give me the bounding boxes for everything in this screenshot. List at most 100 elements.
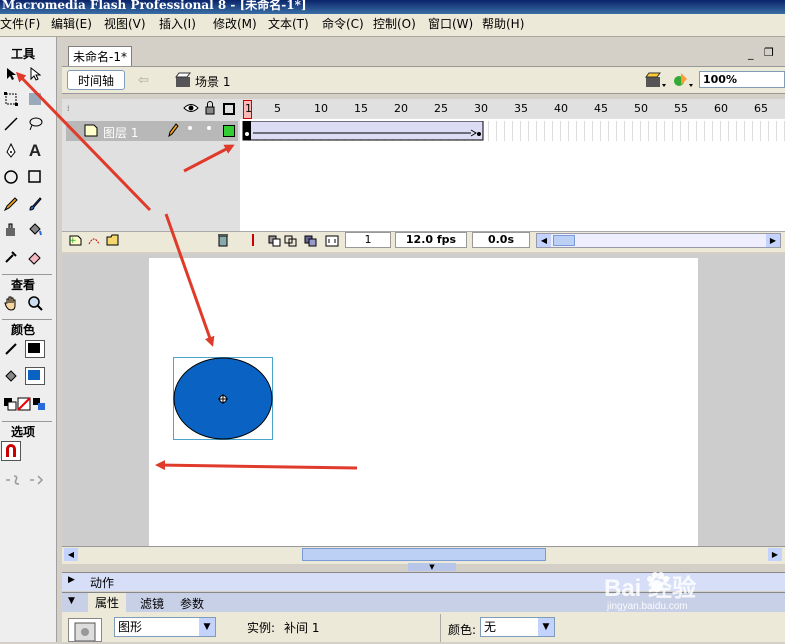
- menu-insert[interactable]: 插入(I): [159, 17, 196, 31]
- oval-tool-icon[interactable]: [1, 167, 21, 187]
- layer-icon: [84, 124, 98, 140]
- eyedropper-tool-icon[interactable]: [1, 247, 21, 267]
- stage-scroll-thumb[interactable]: [302, 548, 546, 561]
- edit-multiple-frames-icon[interactable]: [304, 235, 318, 250]
- edit-scene-icon[interactable]: [645, 71, 667, 92]
- smooth-icon[interactable]: [3, 470, 23, 490]
- collapse-arrow-icon[interactable]: ▼: [68, 596, 75, 606]
- menu-text[interactable]: 文本(T): [268, 17, 309, 31]
- line-tool-icon[interactable]: [1, 114, 21, 134]
- frame-rate-field[interactable]: 12.0 fps: [395, 232, 467, 248]
- restore-icon[interactable]: ❐: [764, 46, 774, 59]
- scroll-right-icon[interactable]: ▶: [766, 234, 780, 247]
- pencil-tool-icon[interactable]: [1, 194, 21, 214]
- fill-color-icon[interactable]: [1, 366, 21, 386]
- scroll-left-icon[interactable]: ◀: [537, 234, 551, 247]
- text-tool-icon[interactable]: A: [25, 141, 45, 161]
- scene-name[interactable]: 场景 1: [195, 73, 230, 90]
- snap-to-objects-icon[interactable]: [1, 441, 21, 461]
- rectangle-tool-icon[interactable]: [25, 167, 45, 187]
- document-tab[interactable]: 未命名-1*: [68, 46, 132, 66]
- frame-number: 50: [634, 102, 648, 115]
- fill-color-swatch[interactable]: [25, 367, 45, 385]
- app-title: Macromedia Flash Professional 8 - [未命名-1…: [2, 0, 307, 12]
- stroke-color-icon[interactable]: [1, 339, 21, 359]
- app-title-bar: Macromedia Flash Professional 8 - [未命名-1…: [0, 0, 785, 14]
- menu-help[interactable]: 帮助(H): [482, 17, 524, 31]
- edit-symbols-icon[interactable]: [672, 71, 694, 92]
- lock-dot[interactable]: [207, 126, 211, 130]
- modify-onion-markers-icon[interactable]: [325, 235, 339, 250]
- color-header: 颜色: [10, 323, 35, 337]
- frame-number: 15: [354, 102, 368, 115]
- stroke-color-swatch[interactable]: [25, 340, 45, 358]
- selection-tool-icon[interactable]: [1, 64, 21, 84]
- symbol-thumbnail-icon: [68, 618, 102, 642]
- frame-number: 40: [554, 102, 568, 115]
- layer-outline-color[interactable]: [223, 125, 235, 137]
- frame-number: 10: [314, 102, 328, 115]
- insert-layer-icon[interactable]: +: [69, 234, 83, 249]
- current-frame-field: 1: [345, 232, 391, 248]
- menu-control[interactable]: 控制(O): [373, 17, 416, 31]
- scene-clapper-icon: [175, 72, 191, 91]
- ink-bottle-tool-icon[interactable]: [1, 220, 21, 240]
- minimize-icon[interactable]: _: [748, 47, 754, 60]
- fill-transform-tool-icon[interactable]: [25, 89, 45, 109]
- tab-properties[interactable]: 属性: [88, 593, 126, 613]
- menu-view[interactable]: 视图(V): [104, 17, 146, 31]
- stage-scroll-left-icon[interactable]: ◀: [64, 548, 78, 561]
- tab-filters[interactable]: 滤镜: [140, 595, 164, 612]
- eraser-tool-icon[interactable]: [25, 247, 45, 267]
- menu-file[interactable]: 文件(F): [0, 17, 40, 31]
- delete-layer-icon[interactable]: [217, 233, 229, 250]
- swap-colors-icon[interactable]: [29, 394, 49, 414]
- zoom-field[interactable]: 100%: [699, 71, 785, 88]
- color-effect-select[interactable]: 无 ▼: [480, 617, 555, 637]
- elapsed-time-field: 0.0s: [472, 232, 530, 248]
- zoom-tool-icon[interactable]: [25, 293, 45, 313]
- subselection-tool-icon[interactable]: [25, 64, 45, 84]
- menu-commands[interactable]: 命令(C): [322, 17, 364, 31]
- paint-bucket-tool-icon[interactable]: [25, 220, 45, 240]
- actions-title: 动作: [90, 576, 115, 590]
- frame-number: 65: [754, 102, 768, 115]
- symbol-type-select[interactable]: 图形 ▼: [114, 617, 216, 637]
- tools-separator: [2, 319, 52, 320]
- hand-tool-icon[interactable]: [1, 293, 21, 313]
- timeline-hscrollbar[interactable]: ◀ ▶: [536, 233, 781, 248]
- frame-number: 25: [434, 102, 448, 115]
- center-frame-icon[interactable]: [248, 233, 258, 250]
- frames-row: [241, 121, 785, 141]
- outline-icon[interactable]: [223, 103, 235, 115]
- pen-tool-icon[interactable]: [1, 141, 21, 161]
- scroll-thumb[interactable]: [553, 235, 575, 246]
- eye-icon[interactable]: [183, 102, 199, 117]
- menu-window[interactable]: 窗口(W): [428, 17, 473, 31]
- menu-edit[interactable]: 编辑(E): [51, 17, 92, 31]
- stage-scroll-right-icon[interactable]: ▶: [768, 548, 782, 561]
- tab-parameters[interactable]: 参数: [180, 595, 204, 612]
- onion-skin-icon[interactable]: [268, 235, 282, 250]
- options-header: 选项: [10, 425, 35, 439]
- back-arrow-icon[interactable]: ⇦: [138, 73, 149, 88]
- menu-modify[interactable]: 修改(M): [213, 17, 257, 31]
- instance-label: 实例:: [247, 621, 276, 635]
- straighten-icon[interactable]: [27, 470, 47, 490]
- insert-folder-icon[interactable]: [106, 234, 120, 249]
- add-motion-guide-icon[interactable]: [87, 234, 101, 249]
- layer-name[interactable]: 图层 1: [103, 124, 138, 141]
- timeline-grip[interactable]: ⁞: [67, 104, 72, 113]
- timeline-toggle-button[interactable]: 时间轴: [67, 70, 125, 90]
- brush-tool-icon[interactable]: [25, 194, 45, 214]
- free-transform-tool-icon[interactable]: [1, 89, 21, 109]
- visibility-dot[interactable]: [188, 126, 192, 130]
- onion-skin-outlines-icon[interactable]: [284, 235, 298, 250]
- watermark-paw-icon: [644, 570, 670, 599]
- lasso-tool-icon[interactable]: [25, 114, 45, 134]
- frame-number: 45: [594, 102, 608, 115]
- tools-separator: [2, 274, 52, 275]
- lock-icon[interactable]: [204, 101, 216, 118]
- panel-collapse-handle[interactable]: ▼: [408, 563, 456, 571]
- frame-number: 60: [714, 102, 728, 115]
